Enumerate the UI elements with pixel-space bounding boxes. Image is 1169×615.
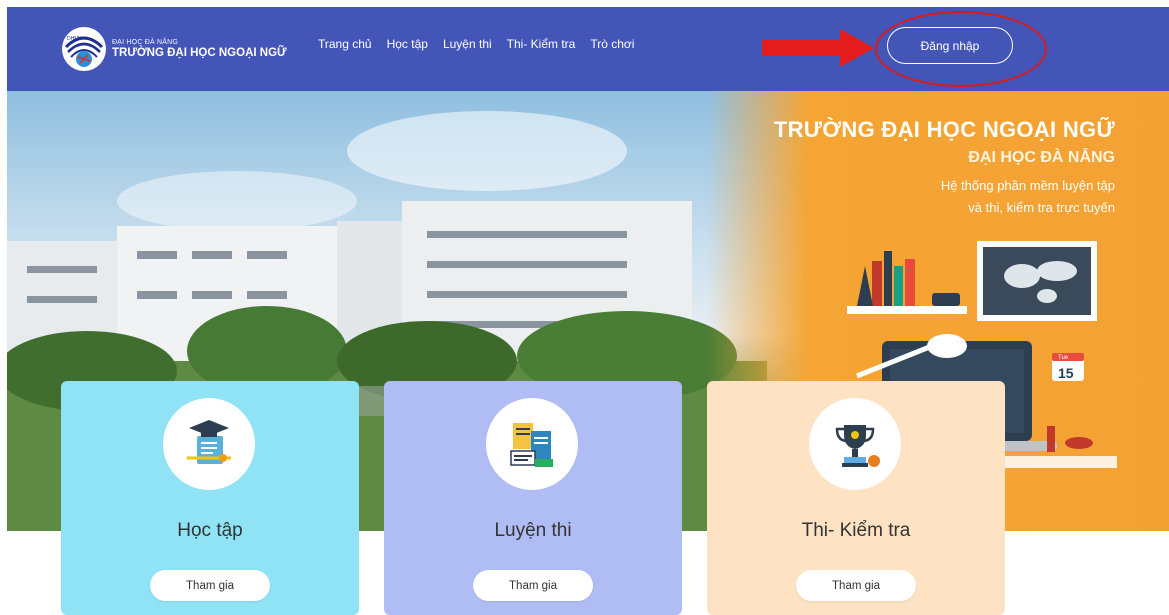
logo-big-text: TRƯỜNG ĐẠI HỌC NGOẠI NGỮ bbox=[112, 47, 287, 59]
hero-subtitle: ĐẠI HỌC ĐÀ NẴNG bbox=[968, 149, 1115, 166]
join-button[interactable]: Tham gia bbox=[150, 570, 270, 601]
card-title: Luyện thi bbox=[494, 520, 572, 541]
nav-item-exam[interactable]: Thi- Kiểm tra bbox=[507, 37, 576, 51]
top-navbar: DHNN ĐẠI HỌC ĐÀ NẴNG TRƯỜNG ĐẠI HỌC NGOẠ… bbox=[7, 7, 1169, 91]
hero-title-block: TRƯỜNG ĐẠI HỌC NGOẠI NGỮ ĐẠI HỌC ĐÀ NẴNG… bbox=[774, 117, 1115, 219]
trophy-icon bbox=[809, 398, 901, 490]
logo-text: ĐẠI HỌC ĐÀ NẴNG TRƯỜNG ĐẠI HỌC NGOẠI NGỮ bbox=[112, 39, 287, 59]
hero-tagline: Hệ thống phần mềm luyện tập và thi, kiểm… bbox=[774, 175, 1115, 219]
site-logo[interactable]: DHNN ĐẠI HỌC ĐÀ NẴNG TRƯỜNG ĐẠI HỌC NGOẠ… bbox=[62, 27, 287, 71]
card-practice[interactable]: Luyện thi Tham gia bbox=[384, 381, 682, 615]
nav-item-games[interactable]: Trò chơi bbox=[590, 37, 634, 51]
hero-tagline-line2: và thi, kiểm tra trực tuyến bbox=[968, 200, 1115, 215]
card-exam[interactable]: Thi- Kiểm tra Tham gia bbox=[707, 381, 1005, 615]
card-title: Học tập bbox=[177, 520, 243, 541]
university-emblem-icon: DHNN bbox=[62, 27, 106, 71]
nav-item-study[interactable]: Học tập bbox=[387, 37, 428, 51]
nav-item-home[interactable]: Trang chủ bbox=[318, 37, 372, 51]
books-notes-icon bbox=[486, 398, 578, 490]
card-study[interactable]: Học tập Tham gia bbox=[61, 381, 359, 615]
login-button[interactable]: Đăng nhập bbox=[887, 27, 1013, 64]
logo-small-text: ĐẠI HỌC ĐÀ NẴNG bbox=[112, 39, 179, 46]
nav-item-practice[interactable]: Luyện thi bbox=[443, 37, 492, 51]
page: DHNN ĐẠI HỌC ĐÀ NẴNG TRƯỜNG ĐẠI HỌC NGOẠ… bbox=[0, 0, 1169, 615]
hero-tagline-line1: Hệ thống phần mềm luyện tập bbox=[940, 178, 1115, 193]
join-button[interactable]: Tham gia bbox=[473, 570, 593, 601]
main-nav: Trang chủ Học tập Luyện thi Thi- Kiểm tr… bbox=[318, 37, 634, 51]
card-title: Thi- Kiểm tra bbox=[801, 520, 911, 541]
calendar-day: Tue bbox=[1058, 355, 1069, 361]
hero-title: TRƯỜNG ĐẠI HỌC NGOẠI NGỮ bbox=[773, 117, 1115, 142]
graduation-scroll-icon bbox=[163, 398, 255, 490]
red-arrow-annotation-icon bbox=[762, 29, 874, 67]
logo-badge-text: DHNN bbox=[67, 36, 82, 42]
join-button[interactable]: Tham gia bbox=[796, 570, 916, 601]
calendar-number: 15 bbox=[1058, 365, 1074, 381]
